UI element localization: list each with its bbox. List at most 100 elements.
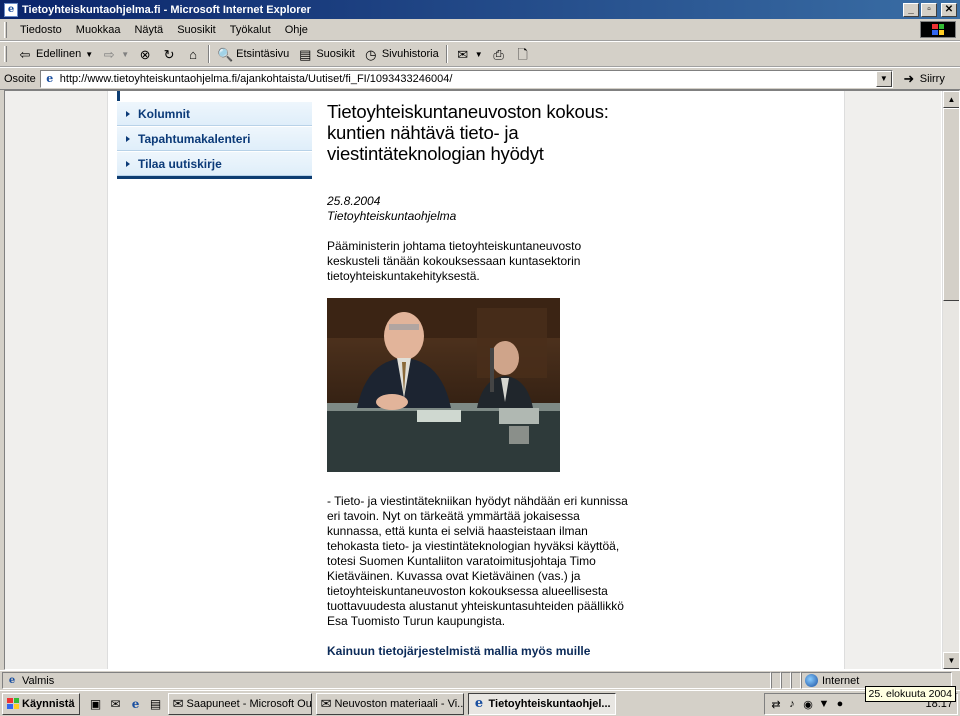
menu-file[interactable]: Tiedosto bbox=[13, 24, 69, 36]
article-photo bbox=[327, 298, 560, 472]
maximize-button[interactable]: ▫ bbox=[921, 2, 937, 17]
favorites-label: Suosikit bbox=[316, 48, 355, 60]
toolbar-grip[interactable] bbox=[4, 21, 7, 38]
menu-help[interactable]: Ohje bbox=[278, 24, 315, 36]
page-content: Kolumnit Tapahtumakalenteri Tilaa uutisk… bbox=[107, 91, 845, 669]
start-button[interactable]: Käynnistä bbox=[2, 692, 80, 715]
nav-item-label: Tilaa uutiskirje bbox=[138, 156, 222, 171]
nav-item-kolumnit[interactable]: Kolumnit bbox=[117, 101, 312, 126]
search-label: Etsintäsivu bbox=[236, 48, 290, 60]
alert-icon[interactable]: ● bbox=[833, 697, 847, 711]
search-button[interactable]: 🔍 Etsintäsivu bbox=[213, 43, 293, 65]
network-icon[interactable]: ⇄ bbox=[769, 697, 783, 711]
sidebar-nav: Kolumnit Tapahtumakalenteri Tilaa uutisk… bbox=[117, 101, 312, 179]
chevron-down-icon[interactable]: ▼ bbox=[85, 50, 93, 59]
mail-button[interactable]: ✉ ▼ bbox=[451, 43, 487, 65]
address-bar: Osoite e http://www.tietoyhteiskuntaohje… bbox=[0, 67, 960, 90]
toolbar-separator bbox=[445, 45, 448, 63]
menu-view[interactable]: Näytä bbox=[127, 24, 170, 36]
article-headline: Tietoyhteiskuntaneuvoston kokous: kuntie… bbox=[327, 101, 609, 164]
windows-logo-icon bbox=[920, 21, 956, 38]
mail-icon: ✉ bbox=[457, 46, 469, 62]
print-preview-button[interactable]: 🗋 bbox=[511, 43, 535, 65]
article-lead: Pääministerin johtama tietoyhteiskuntane… bbox=[327, 239, 582, 283]
volume-icon[interactable]: ♪ bbox=[785, 697, 799, 711]
shield-icon[interactable]: ▼ bbox=[817, 697, 831, 711]
status-pane bbox=[771, 672, 781, 689]
nav-item-tilaa-uutiskirje[interactable]: Tilaa uutiskirje bbox=[117, 151, 312, 176]
arrow-right-icon bbox=[126, 161, 130, 167]
show-desktop-icon[interactable]: ▣ bbox=[88, 696, 104, 712]
address-url[interactable]: http://www.tietoyhteiskuntaohjelma.fi/aj… bbox=[60, 73, 876, 85]
close-button[interactable]: ✕ bbox=[941, 2, 957, 17]
nav-item-label: Tapahtumakalenteri bbox=[138, 131, 251, 146]
home-button[interactable]: ⌂ bbox=[181, 43, 205, 65]
outlook-icon[interactable]: ✉ bbox=[108, 696, 124, 712]
browser-viewport[interactable]: Kolumnit Tapahtumakalenteri Tilaa uutisk… bbox=[4, 90, 960, 670]
globe-icon bbox=[805, 674, 818, 687]
chevron-down-icon[interactable]: ▼ bbox=[875, 70, 892, 87]
scroll-thumb[interactable] bbox=[943, 108, 959, 301]
windows-logo-icon bbox=[7, 698, 19, 709]
ie-logo-icon[interactable]: e bbox=[128, 696, 144, 712]
scroll-down-button[interactable]: ▼ bbox=[943, 652, 959, 669]
history-label: Sivuhistoria bbox=[381, 48, 439, 60]
article-source: Tietoyhteiskuntaohjelma bbox=[327, 209, 457, 223]
forward-button[interactable]: ⇨ ▼ bbox=[97, 43, 133, 65]
chevron-down-icon[interactable]: ▼ bbox=[475, 50, 483, 59]
stop-button[interactable]: ⊗ bbox=[133, 43, 157, 65]
print-button[interactable]: ⎙ bbox=[487, 43, 511, 65]
nav-item-label: Kolumnit bbox=[138, 106, 190, 121]
zone-label: Internet bbox=[822, 674, 860, 687]
explorer-icon[interactable]: ▤ bbox=[148, 696, 164, 712]
back-button[interactable]: ⇦ Edellinen ▼ bbox=[13, 43, 97, 65]
refresh-button[interactable]: ↻ bbox=[157, 43, 181, 65]
arrow-right-icon bbox=[126, 136, 130, 142]
status-pane bbox=[791, 672, 801, 689]
menu-favorites[interactable]: Suosikit bbox=[170, 24, 223, 36]
antivirus-icon[interactable]: ◉ bbox=[801, 697, 815, 711]
favorites-button[interactable]: ▤ Suosikit bbox=[293, 43, 359, 65]
status-main: e Valmis bbox=[2, 672, 771, 689]
minimize-button[interactable]: _ bbox=[903, 2, 919, 17]
menu-tools[interactable]: Työkalut bbox=[223, 24, 278, 36]
window-title: Tietoyhteiskuntaohjelma.fi - Microsoft I… bbox=[22, 3, 311, 16]
address-input[interactable]: e http://www.tietoyhteiskuntaohjelma.fi/… bbox=[39, 69, 893, 88]
arrow-right-icon bbox=[126, 111, 130, 117]
scroll-up-button[interactable]: ▲ bbox=[943, 91, 959, 108]
search-icon: 🔍 bbox=[217, 46, 234, 62]
go-button[interactable]: ➜ Siirry bbox=[901, 71, 945, 87]
toolbar-grip[interactable] bbox=[4, 46, 7, 62]
menu-bar: Tiedosto Muokkaa Näytä Suosikit Työkalut… bbox=[0, 19, 960, 41]
standard-toolbar: ⇦ Edellinen ▼ ⇨ ▼ ⊗ ↻ ⌂ 🔍 Etsintäsivu ▤ … bbox=[0, 41, 960, 67]
ie-logo-icon: e bbox=[474, 696, 484, 711]
date-tooltip: 25. elokuuta 2004 bbox=[864, 686, 956, 702]
chevron-down-icon[interactable]: ▼ bbox=[121, 50, 129, 59]
task-label: Saapuneet - Microsoft Ou... bbox=[186, 697, 312, 710]
task-saapuneet[interactable]: ✉ Saapuneet - Microsoft Ou... bbox=[167, 692, 312, 715]
menu-edit[interactable]: Muokkaa bbox=[69, 24, 128, 36]
article-subheading[interactable]: Kainuun tietojärjestelmistä mallia myös … bbox=[327, 644, 637, 658]
task-neuvoston-materiaali[interactable]: ✉ Neuvoston materiaali - Vi... bbox=[315, 692, 464, 715]
photo-caption: - Tieto- ja viestintätekniikan hyödyt nä… bbox=[327, 494, 628, 628]
history-button[interactable]: ◷ Sivuhistoria bbox=[359, 43, 443, 65]
mail-icon: ✉ bbox=[320, 696, 332, 711]
nav-item-tapahtumakalenteri[interactable]: Tapahtumakalenteri bbox=[117, 126, 312, 151]
taskbar: Käynnistä ▣ ✉ e ▤ ✉ Saapuneet - Microsof… bbox=[0, 690, 960, 716]
status-bar: e Valmis Internet bbox=[0, 670, 960, 690]
go-arrow-icon: ➜ bbox=[903, 71, 915, 86]
forward-arrow-icon: ⇨ bbox=[103, 46, 115, 62]
stop-icon: ⊗ bbox=[139, 46, 151, 62]
task-tietoyhteiskuntaohjelma[interactable]: e Tietoyhteiskuntaohjel... bbox=[467, 692, 616, 715]
print-icon: ⎙ bbox=[493, 46, 504, 62]
ie-logo-icon: e bbox=[4, 2, 18, 17]
status-pane bbox=[781, 672, 791, 689]
task-label: Tietoyhteiskuntaohjel... bbox=[488, 697, 611, 710]
refresh-icon: ↻ bbox=[163, 46, 175, 62]
vertical-scrollbar[interactable]: ▲ ▼ bbox=[942, 91, 959, 669]
status-text: Valmis bbox=[22, 674, 55, 687]
window-titlebar[interactable]: e Tietoyhteiskuntaohjelma.fi - Microsoft… bbox=[0, 0, 960, 19]
page-icon: e bbox=[8, 674, 16, 686]
article-date: 25.8.2004 bbox=[327, 194, 381, 208]
meeting-photo-illustration bbox=[327, 298, 560, 472]
